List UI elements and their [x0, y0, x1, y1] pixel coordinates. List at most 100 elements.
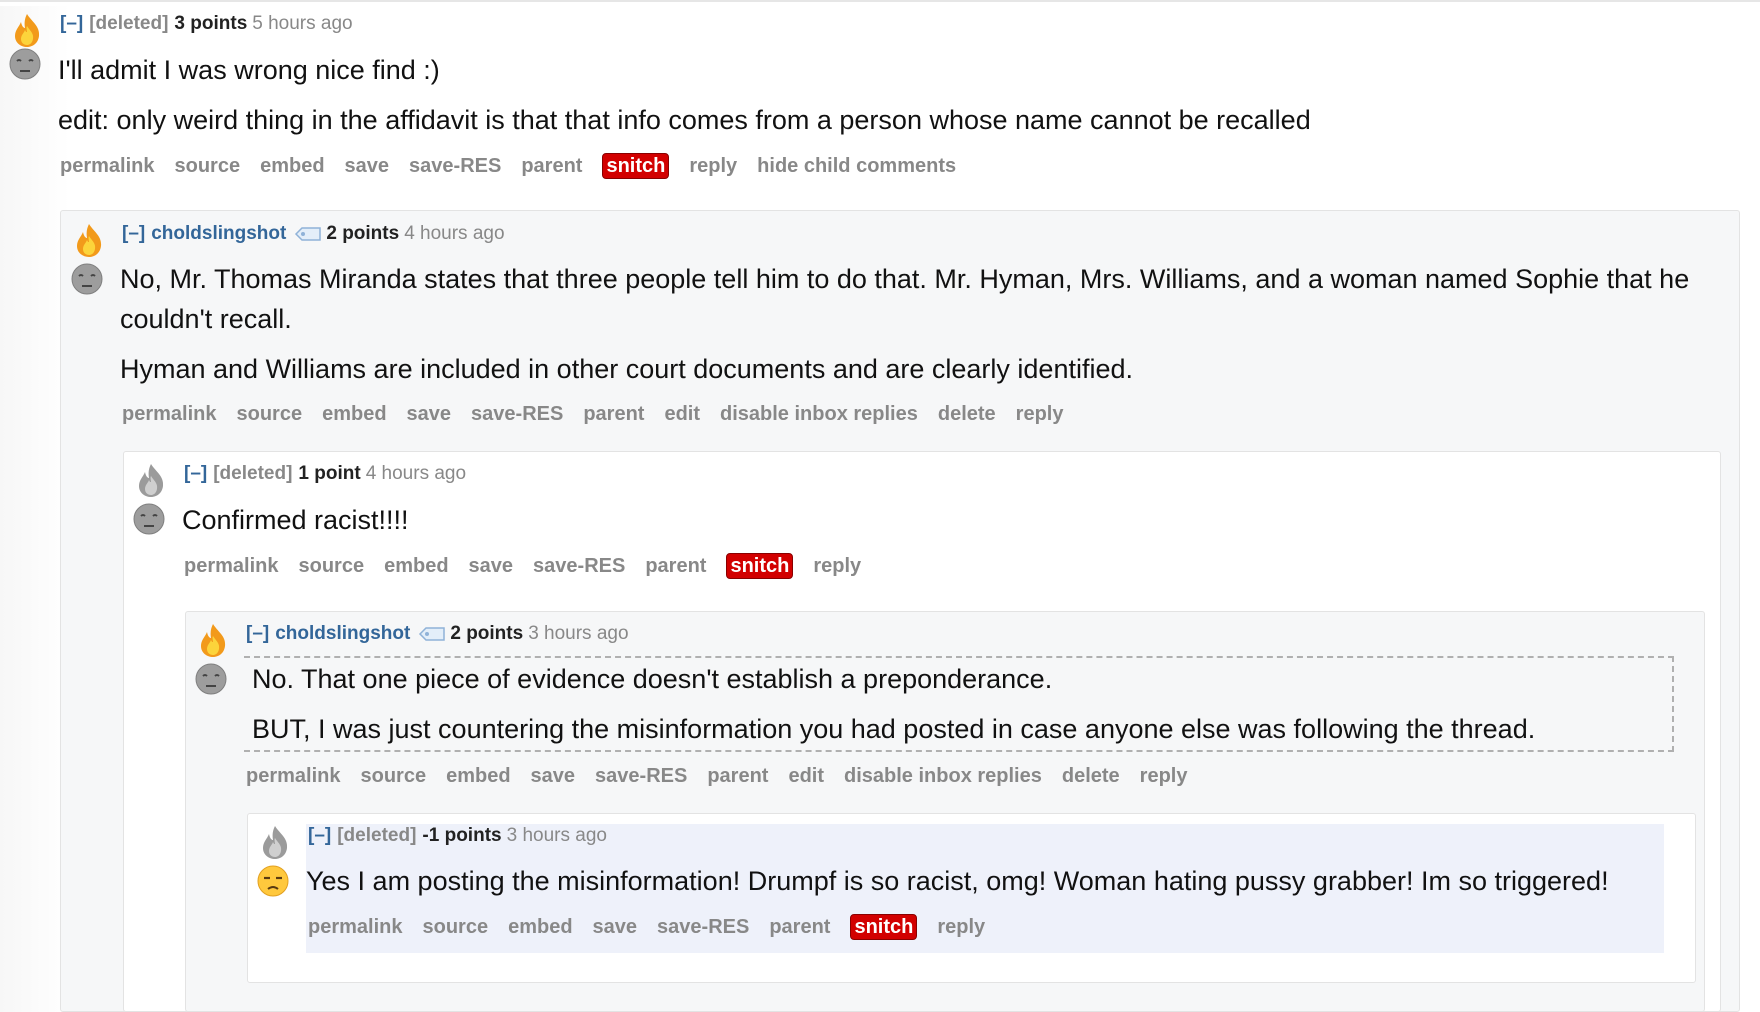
reply-button[interactable]: reply: [813, 553, 861, 579]
author-link[interactable]: choldslingshot: [151, 223, 286, 244]
neutral-face-icon: [9, 48, 41, 80]
reply-button[interactable]: reply: [1140, 763, 1188, 789]
collapse-toggle[interactable]: [–]: [246, 623, 269, 644]
comment-3-buttons: permalink source embed save save-RES parent sn…: [184, 553, 881, 579]
hide-child-comments-button[interactable]: hide child comments: [757, 153, 956, 179]
snitch-button[interactable]: snitch: [726, 553, 794, 579]
disable-inbox-replies-button[interactable]: disable inbox replies: [844, 763, 1042, 789]
score: 1 point: [298, 463, 361, 484]
permalink-button[interactable]: permalink: [184, 553, 278, 579]
source-button[interactable]: source: [236, 401, 302, 427]
grey-fire-icon: [263, 826, 288, 859]
embed-button[interactable]: embed: [508, 914, 572, 940]
reply-button[interactable]: reply: [937, 914, 985, 940]
save-button[interactable]: save: [593, 914, 638, 940]
score: 2 points: [326, 223, 400, 244]
author-link[interactable]: choldslingshot: [275, 623, 410, 644]
comment-paragraph: edit: only weird thing in the affidavit …: [58, 105, 1311, 135]
save-button[interactable]: save: [407, 401, 452, 427]
comment-paragraph: No, Mr. Thomas Miranda states that three…: [120, 264, 1690, 334]
comment-3-tagline: [–] [deleted] 1 point 4 hours ago: [184, 462, 466, 486]
unamused-face-icon: [257, 865, 289, 897]
score: -1 points: [422, 825, 502, 846]
comment-2-tagline: [–] choldslingshot 2 points 4 hours ago: [122, 222, 505, 246]
author-name: [deleted]: [89, 13, 169, 34]
user-tag-icon[interactable]: [418, 626, 446, 642]
save-button[interactable]: save: [531, 763, 576, 789]
grey-fire-icon: [139, 464, 164, 497]
timestamp: 5 hours ago: [252, 13, 353, 34]
comment-paragraph: Yes I am posting the misinformation! Dru…: [306, 866, 1609, 896]
collapse-toggle[interactable]: [–]: [122, 223, 145, 244]
embed-button[interactable]: embed: [446, 763, 510, 789]
comment-2-body: No, Mr. Thomas Miranda states that three…: [120, 259, 1710, 399]
timestamp: 3 hours ago: [528, 623, 629, 644]
source-button[interactable]: source: [298, 553, 364, 579]
save-button[interactable]: save: [345, 153, 390, 179]
comment-4-body: No. That one piece of evidence doesn't e…: [252, 659, 1672, 759]
collapse-toggle[interactable]: [–]: [308, 825, 331, 846]
delete-button[interactable]: delete: [1062, 763, 1120, 789]
edit-button[interactable]: edit: [664, 401, 700, 427]
timestamp: 3 hours ago: [506, 825, 607, 846]
snitch-button[interactable]: snitch: [602, 153, 670, 179]
neutral-face-icon: [195, 663, 227, 695]
comment-2-buttons: permalink source embed save save-RES parent ed…: [122, 401, 1083, 427]
permalink-button[interactable]: permalink: [308, 914, 402, 940]
permalink-button[interactable]: permalink: [246, 763, 340, 789]
disable-inbox-replies-button[interactable]: disable inbox replies: [720, 401, 918, 427]
permalink-button[interactable]: permalink: [122, 401, 216, 427]
delete-button[interactable]: delete: [938, 401, 996, 427]
timestamp: 4 hours ago: [365, 463, 467, 484]
fire-icon: [15, 14, 40, 47]
save-res-button[interactable]: save-RES: [533, 553, 625, 579]
comment-5-body: Yes I am posting the misinformation! Dru…: [306, 861, 1696, 911]
source-button[interactable]: source: [174, 153, 240, 179]
comment-paragraph: BUT, I was just countering the misinform…: [252, 714, 1536, 744]
comment-1-body: I'll admit I was wrong nice find :) edit…: [58, 50, 1748, 150]
parent-button[interactable]: parent: [521, 153, 582, 179]
source-button[interactable]: source: [422, 914, 488, 940]
parent-button[interactable]: parent: [645, 553, 706, 579]
score: 2 points: [450, 623, 524, 644]
comment-paragraph: I'll admit I was wrong nice find :): [58, 55, 440, 85]
parent-button[interactable]: parent: [707, 763, 768, 789]
comment-paragraph: Hyman and Williams are included in other…: [120, 354, 1134, 384]
timestamp: 4 hours ago: [404, 223, 505, 244]
comment-3-body: Confirmed racist!!!!: [182, 500, 1712, 550]
comment-4-tagline: [–] choldslingshot 2 points 3 hours ago: [246, 622, 629, 646]
comment-4-buttons: permalink source embed save save-RES parent ed…: [246, 763, 1207, 789]
collapse-toggle[interactable]: [–]: [184, 463, 207, 484]
reply-button[interactable]: reply: [689, 153, 737, 179]
save-res-button[interactable]: save-RES: [595, 763, 687, 789]
comment-paragraph: Confirmed racist!!!!: [182, 505, 409, 535]
neutral-face-icon: [71, 263, 103, 295]
parent-button[interactable]: parent: [583, 401, 644, 427]
comment-paragraph: No. That one piece of evidence doesn't e…: [252, 664, 1053, 694]
snitch-button[interactable]: snitch: [850, 914, 918, 940]
embed-button[interactable]: embed: [260, 153, 324, 179]
author-name: [deleted]: [213, 463, 293, 484]
fire-icon: [77, 224, 102, 257]
embed-button[interactable]: embed: [384, 553, 448, 579]
save-button[interactable]: save: [469, 553, 514, 579]
comment-5-buttons: permalink source embed save save-RES parent sn…: [308, 914, 1005, 940]
top-border: [0, 0, 1760, 2]
collapse-toggle[interactable]: [–]: [60, 13, 83, 34]
author-name: [deleted]: [337, 825, 417, 846]
comment-1-tagline: [–] [deleted] 3 points 5 hours ago: [60, 12, 353, 36]
save-res-button[interactable]: save-RES: [409, 153, 501, 179]
user-tag-icon[interactable]: [294, 226, 322, 242]
save-res-button[interactable]: save-RES: [657, 914, 749, 940]
comment-5-tagline: [–] [deleted] -1 points 3 hours ago: [308, 824, 607, 848]
neutral-face-icon: [133, 503, 165, 535]
permalink-button[interactable]: permalink: [60, 153, 154, 179]
comment-1-buttons: permalink source embed save save-RES parent sn…: [60, 153, 976, 179]
embed-button[interactable]: embed: [322, 401, 386, 427]
edit-button[interactable]: edit: [788, 763, 824, 789]
parent-button[interactable]: parent: [769, 914, 830, 940]
reply-button[interactable]: reply: [1016, 401, 1064, 427]
source-button[interactable]: source: [360, 763, 426, 789]
score: 3 points: [174, 13, 248, 34]
save-res-button[interactable]: save-RES: [471, 401, 563, 427]
